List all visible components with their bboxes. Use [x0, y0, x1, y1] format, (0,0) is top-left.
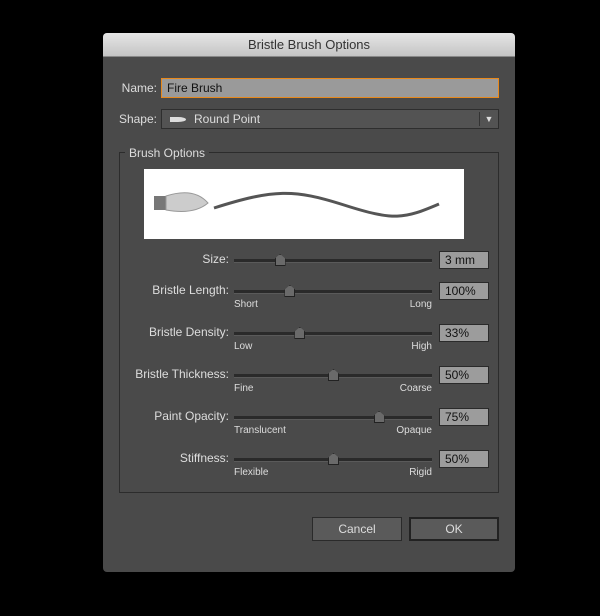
slider-max-label: Rigid [409, 467, 432, 478]
shape-value: Round Point [194, 112, 261, 126]
bristle-brush-options-dialog: Bristle Brush Options Name: Fire Brush S… [103, 33, 515, 572]
ok-button[interactable]: OK [409, 517, 499, 541]
slider-value-input[interactable]: 100% [439, 282, 489, 300]
slider-value-input[interactable]: 33% [439, 324, 489, 342]
slider-max-label: High [411, 341, 432, 352]
name-input[interactable]: Fire Brush [161, 78, 499, 98]
brush-preview [144, 169, 464, 239]
slider-label: Size: [202, 252, 229, 266]
round-point-brush-icon [170, 117, 186, 123]
slider-label: Paint Opacity: [154, 409, 229, 423]
slider-value-input[interactable]: 75% [439, 408, 489, 426]
slider-label: Bristle Density: [148, 325, 229, 339]
slider-track[interactable] [234, 411, 432, 423]
slider-min-label: Flexible [234, 467, 269, 478]
slider-track[interactable] [234, 285, 432, 297]
slider-label: Bristle Length: [152, 283, 229, 297]
brush-stroke-preview-icon [154, 191, 440, 218]
slider-track[interactable] [234, 453, 432, 465]
cancel-button[interactable]: Cancel [312, 517, 402, 541]
slider-value-input[interactable]: 50% [439, 450, 489, 468]
brush-options-legend: Brush Options [125, 146, 210, 160]
slider-max-label: Coarse [399, 383, 432, 394]
shape-dropdown[interactable]: Round Point ▼ [161, 109, 499, 129]
slider-value-input[interactable]: 50% [439, 366, 489, 384]
slider-max-label: Opaque [396, 425, 432, 436]
slider-min-label: Fine [234, 383, 254, 394]
slider-track[interactable] [234, 369, 432, 381]
slider-min-label: Short [234, 299, 258, 310]
slider-max-label: Long [409, 299, 432, 310]
name-label: Name: [121, 81, 157, 95]
slider-min-label: Low [234, 341, 253, 352]
slider-track[interactable] [234, 254, 432, 266]
dialog-title: Bristle Brush Options [103, 33, 515, 57]
shape-label: Shape: [118, 112, 157, 126]
slider-track[interactable] [234, 327, 432, 339]
slider-label: Stiffness: [179, 451, 229, 465]
slider-min-label: Translucent [234, 425, 286, 436]
chevron-down-icon[interactable]: ▼ [479, 112, 498, 126]
slider-label: Bristle Thickness: [135, 367, 229, 381]
slider-value-input[interactable]: 3 mm [439, 251, 489, 269]
